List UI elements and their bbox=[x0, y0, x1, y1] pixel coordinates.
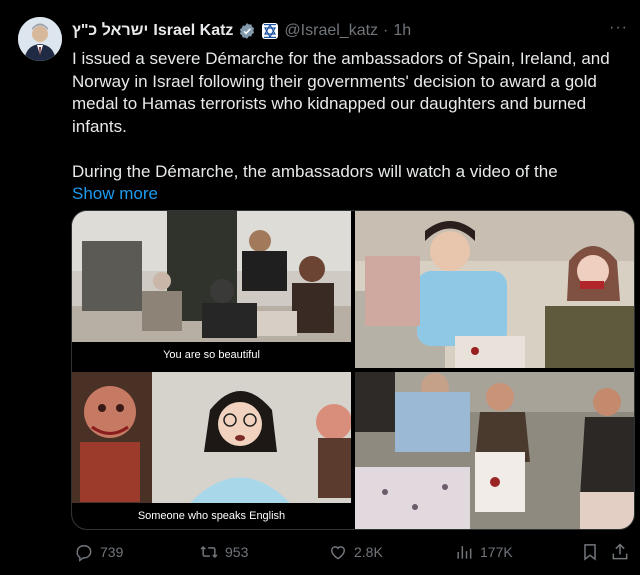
show-more-link[interactable]: Show more bbox=[72, 183, 622, 206]
post-paragraph-2: During the Démarche, the ambassadors wil… bbox=[72, 161, 558, 181]
post-time[interactable]: 1h bbox=[393, 22, 411, 40]
post-text: I issued a severe Démarche for the ambas… bbox=[72, 48, 622, 206]
post-actions: 739 953 2.8K 177K bbox=[70, 540, 632, 564]
like-count: 2.8K bbox=[354, 544, 383, 560]
share-icon bbox=[612, 543, 628, 560]
author-name-hebrew[interactable]: ישראל כ"ץ bbox=[72, 22, 148, 40]
more-options-button[interactable]: ··· bbox=[609, 20, 628, 36]
media-image-2[interactable] bbox=[355, 211, 634, 368]
media-caption-3: Someone who speaks English bbox=[72, 503, 351, 529]
media-image-1[interactable]: You are so beautiful bbox=[72, 211, 351, 368]
like-button[interactable]: 2.8K bbox=[328, 540, 383, 564]
views-icon bbox=[457, 546, 472, 559]
repost-count: 953 bbox=[225, 544, 249, 560]
separator: · bbox=[383, 22, 389, 39]
reply-count: 739 bbox=[100, 544, 124, 560]
verified-badge-icon[interactable] bbox=[238, 22, 256, 40]
avatar[interactable] bbox=[18, 17, 62, 61]
repost-icon bbox=[200, 545, 218, 559]
repost-button[interactable]: 953 bbox=[199, 540, 248, 564]
media-caption-1: You are so beautiful bbox=[72, 342, 351, 368]
author-handle[interactable]: @Israel_katz bbox=[284, 22, 378, 40]
bookmark-button[interactable] bbox=[580, 540, 600, 564]
reply-icon bbox=[76, 545, 92, 562]
post-paragraph-1: I issued a severe Démarche for the ambas… bbox=[72, 49, 610, 136]
bookmark-icon bbox=[584, 544, 596, 561]
like-icon bbox=[330, 546, 346, 560]
media-image-3[interactable]: Someone who speaks English bbox=[72, 372, 351, 529]
share-button[interactable] bbox=[610, 540, 630, 564]
author-name[interactable]: Israel Katz bbox=[153, 22, 233, 40]
media-grid: You are so beautiful Someone who speaks … bbox=[71, 210, 635, 530]
reply-button[interactable]: 739 bbox=[74, 540, 123, 564]
post-header: ישראל כ"ץ Israel Katz @Israel_katz · 1h bbox=[72, 20, 411, 42]
views-button[interactable]: 177K bbox=[454, 540, 513, 564]
views-count: 177K bbox=[480, 544, 513, 560]
post[interactable]: ישראל כ"ץ Israel Katz @Israel_katz · 1h … bbox=[0, 0, 640, 575]
media-image-4[interactable] bbox=[355, 372, 634, 529]
affiliate-badge-icon[interactable] bbox=[261, 22, 279, 40]
